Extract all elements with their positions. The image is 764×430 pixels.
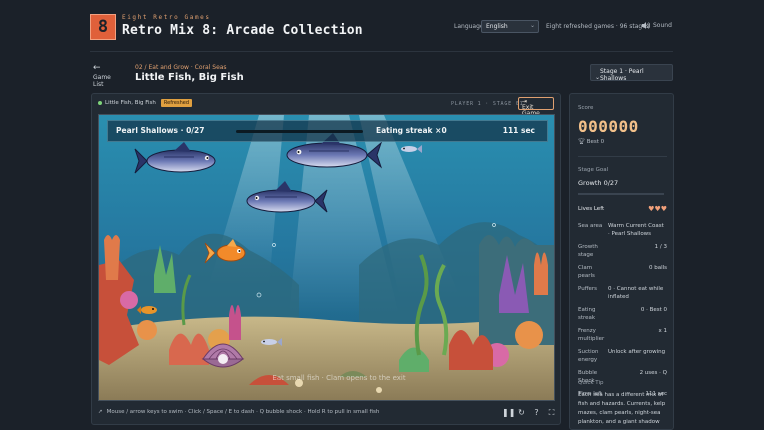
stat-key: Growth stage <box>578 244 598 258</box>
fullscreen-icon[interactable]: ⛶ <box>547 408 556 417</box>
stat-value: 0 · Best 0 <box>640 307 667 313</box>
chevron-down-icon: ⌄ <box>595 74 601 81</box>
language-label: Language <box>454 23 484 30</box>
best-score: 🏆︎ Best 0 <box>578 139 604 145</box>
stat-row: Growth stage 1 / 3 <box>578 243 667 259</box>
underwater-scene <box>99 115 554 400</box>
goal-value: Growth 0/27 <box>578 179 619 187</box>
help-icon[interactable]: ? <box>532 408 541 417</box>
objective-hint: Eat small fish · Clam opens to the exit <box>272 374 406 382</box>
speaker-icon <box>642 22 650 29</box>
controls-hint-text: Mouse / arrow keys to swim · Click / Spa… <box>106 409 380 415</box>
arrow-left-icon: ← <box>93 63 101 73</box>
stage-select[interactable]: Stage 1 · Pearl Shallows ⌄ <box>590 64 673 82</box>
refreshed-badge: Refreshed <box>160 99 193 107</box>
game-name: Little Fish, Big Fish <box>105 100 156 106</box>
hud-stage-progress: Pearl Shallows · 0/27 <box>116 126 205 135</box>
player-stage-indicator: PLAYER 1 · STAGE 01 <box>451 101 524 107</box>
lives-row: Lives Left ♥♥♥ <box>578 205 667 213</box>
header-divider <box>90 51 673 52</box>
app-tagline: Eight Retro Games <box>122 14 211 21</box>
game-status: Little Fish, Big Fish Refreshed <box>98 99 193 107</box>
small-fish <box>137 306 157 314</box>
collection-info: Eight refreshed games · 96 stages <box>546 23 650 30</box>
stat-value: 0 · Cannot eat while inflated <box>608 286 664 300</box>
game-hud: Pearl Shallows · 0/27 Eating streak ×0 1… <box>107 120 548 142</box>
stat-key: Eating streak <box>578 307 596 321</box>
heart-icons: ♥♥♥ <box>648 205 667 213</box>
stat-key: Frenzy multiplier <box>578 328 605 342</box>
stat-value: Warm Current Coast · Pearl Shallows <box>608 223 664 237</box>
hud-timer: 111 sec <box>502 126 535 135</box>
stat-key: Puffers <box>578 286 598 292</box>
tip-text: Each sea has a different mix of fish and… <box>578 392 666 425</box>
language-select[interactable]: English ⌄ <box>481 20 539 33</box>
game-controls: ❚❚ ↻ ? ⛶ <box>502 408 556 417</box>
sound-label: Sound <box>653 22 672 29</box>
trophy-icon: 🏆︎ <box>578 139 585 145</box>
sound-toggle[interactable]: Sound <box>642 22 672 29</box>
divider <box>578 156 667 157</box>
game-panel: Little Fish, Big Fish Refreshed PLAYER 1… <box>91 93 561 425</box>
stat-row: Clam pearls 0 balls <box>578 264 667 280</box>
stat-value: x 1 <box>658 328 667 334</box>
stat-key: Suction energy <box>578 349 599 363</box>
best-score-value: Best 0 <box>586 139 605 145</box>
exit-game-button[interactable]: ⇥ Exit Game <box>518 97 554 117</box>
back-button[interactable]: ← Game List <box>93 63 123 89</box>
status-dot-icon <box>98 101 102 105</box>
stage-select-value: Stage 1 · Pearl Shallows <box>600 68 644 82</box>
restart-icon[interactable]: ↻ <box>517 408 526 417</box>
stat-value: Unlock after growing <box>608 349 666 355</box>
score-label: Score <box>578 105 594 111</box>
controls-hint: ➚ Mouse / arrow keys to swim · Click / S… <box>98 409 379 415</box>
stat-row: Puffers 0 · Cannot eat while inflated <box>578 285 667 301</box>
stat-row: Sea area Warm Current Coast · Pearl Shall… <box>578 222 667 238</box>
game-canvas[interactable]: Pearl Shallows · 0/27 Eating streak ×0 1… <box>98 114 555 401</box>
score-value: 000000 <box>578 117 639 136</box>
tip-label: Quick Tip <box>578 380 604 386</box>
stat-value: 2 uses · Q <box>639 370 667 376</box>
stat-value: 1 / 3 <box>654 244 667 250</box>
stat-key: Sea area <box>578 223 603 229</box>
stat-row: Frenzy multiplier x 1 <box>578 327 667 343</box>
cursor-icon: ➚ <box>98 409 103 415</box>
hud-progress-bar <box>236 130 363 133</box>
stats-list: Sea area Warm Current Coast · Pearl Shall… <box>578 222 667 403</box>
goal-progress-bar <box>578 193 664 195</box>
app-header: 8 Eight Retro Games Retro Mix 8: Arcade … <box>0 0 764 52</box>
back-label: Game List <box>93 74 111 88</box>
hud-streak: Eating streak ×0 <box>376 126 447 135</box>
pause-icon[interactable]: ❚❚ <box>502 408 515 417</box>
language-value: English <box>486 23 508 30</box>
stat-row: Eating streak 0 · Best 0 <box>578 306 667 322</box>
lives-label: Lives Left <box>578 206 605 212</box>
stat-value: 0 balls <box>648 265 667 271</box>
app-title: Retro Mix 8: Arcade Collection <box>122 23 363 38</box>
stats-sidebar: Score 000000 🏆︎ Best 0 Stage Goal Growth… <box>569 93 674 430</box>
breadcrumb: 02 / Eat and Grow · Coral Seas <box>135 64 227 71</box>
stat-key: Clam pearls <box>578 265 595 279</box>
goal-label: Stage Goal <box>578 167 609 173</box>
stat-row: Suction energy Unlock after growing <box>578 348 667 364</box>
page-title: Little Fish, Big Fish <box>135 72 244 83</box>
chevron-down-icon: ⌄ <box>529 22 535 29</box>
app-logo: 8 <box>90 14 116 40</box>
